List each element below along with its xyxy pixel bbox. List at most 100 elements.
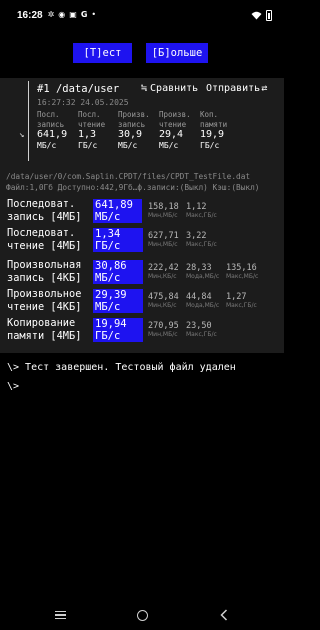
notification-icons: ✲ ◉ ▣ G • [48, 11, 97, 19]
summary-rand-write: Произв. запись 30,9 МБ/с [118, 110, 150, 151]
summary-unit: МБ/с [37, 141, 57, 150]
home-icon[interactable] [134, 606, 150, 624]
test-file-info: Файл:1,0Гб Доступно:442,9Гб…ф.записи:(Вы… [6, 183, 260, 192]
summary-label: Коп. [200, 110, 219, 119]
result-label-line: чтение [4КБ] [7, 301, 82, 313]
result-row-seq-write: Последоват. запись [4МБ] 641,89 МБ/с 158… [0, 198, 284, 224]
run-title: #1 /data/user [37, 83, 120, 95]
summary-mem-copy: Коп. памяти 19,9 ГБ/с [200, 110, 227, 151]
result-value-number: 641,89 [95, 199, 133, 211]
result-label-line: Последоват. [7, 227, 76, 239]
summary-label: Посл. [37, 110, 60, 119]
stat-mode: 44,84 Мода,МБ/с [186, 292, 219, 310]
result-value-number: 30,86 [95, 260, 127, 272]
summary-value: 29,4 [159, 129, 184, 140]
stat-value: 135,16 [226, 263, 257, 273]
stat-max: 3,22 Макс,ГБ/с [186, 231, 217, 249]
dot-icon: • [91, 10, 97, 19]
result-label: Произвольная запись [4КБ] [7, 259, 95, 285]
result-value: 641,89 МБ/с [93, 199, 142, 223]
share-button[interactable]: Отправить ⇄ [206, 83, 267, 94]
stat-label: Макс,ГБ/с [226, 302, 257, 309]
stat-value: 3,22 [186, 231, 207, 241]
stat-value: 158,18 [148, 202, 179, 212]
summary-unit: ГБ/с [200, 141, 220, 150]
summary-label: Посл. [78, 110, 101, 119]
result-value-unit: МБ/с [95, 301, 121, 313]
stat-min: 222,42 Мин,КБ/с [148, 263, 179, 281]
result-label-line: чтение [4МБ] [7, 240, 82, 252]
summary-seq-write: Посл. запись 641,9 МБ/с [37, 110, 67, 151]
result-label: Копирование памяти [4МБ] [7, 317, 95, 343]
console-prompt[interactable]: \> [7, 381, 19, 392]
phone-icon: ▣ [69, 10, 77, 19]
stat-min: 270,95 Мин,МБ/с [148, 321, 179, 339]
result-label-line: запись [4МБ] [7, 211, 82, 223]
result-label: Произвольное чтение [4КБ] [7, 288, 95, 314]
more-button[interactable]: [Б]ольше [146, 43, 208, 63]
stat-max: 1,12 Макс,ГБ/с [186, 202, 217, 220]
summary-value: 30,9 [118, 129, 143, 140]
navigation-bar [0, 600, 284, 630]
stat-value: 44,84 [186, 292, 212, 302]
stat-label: Мин,КБ/с [148, 273, 177, 280]
summary-rand-read: Произв. чтение 29,4 МБ/с [159, 110, 191, 151]
battery-icon [266, 9, 272, 21]
results-panel: ↘ #1 /data/user ≒ Сравнить Отправить ⇄ 1… [0, 78, 284, 353]
result-value: 29,39 МБ/с [93, 289, 143, 313]
stat-value: 222,42 [148, 263, 179, 273]
summary-unit: МБ/с [159, 141, 179, 150]
compare-label: Сравнить [150, 83, 199, 94]
back-icon[interactable] [216, 606, 232, 624]
result-row-seq-read: Последоват. чтение [4МБ] 1,34 ГБ/с 627,7… [0, 227, 284, 253]
share-label: Отправить [206, 83, 261, 94]
summary-label: Произв. [159, 110, 191, 119]
result-value-unit: МБ/с [95, 211, 121, 223]
stat-value: 1,12 [186, 202, 207, 212]
recent-apps-icon[interactable] [52, 606, 68, 624]
stat-value: 28,33 [186, 263, 212, 273]
test-button[interactable]: [Т]ест [73, 43, 132, 63]
result-label-line: памяти [4МБ] [7, 330, 82, 342]
result-value-unit: ГБ/с [95, 240, 121, 252]
summary-label: чтение [78, 119, 106, 129]
stat-label: Макс,ГБ/с [186, 212, 217, 219]
run-header[interactable]: ↘ #1 /data/user ≒ Сравнить Отправить ⇄ 1… [0, 78, 284, 166]
result-value: 1,34 ГБ/с [93, 228, 143, 252]
stat-label: Макс,ГБ/с [186, 241, 217, 248]
summary-label: чтение [159, 119, 187, 129]
result-label-line: Последоват. [7, 198, 76, 210]
result-value-unit: ГБ/с [95, 330, 121, 342]
discord-icon: ◉ [58, 10, 66, 19]
stat-value: 270,95 [148, 321, 179, 331]
wifi-icon [251, 11, 262, 19]
summary-label: запись [37, 119, 65, 129]
stat-label: Макс,ГБ/с [186, 331, 217, 338]
result-label-line: Произвольная [7, 259, 82, 271]
summary-value: 19,9 [200, 129, 225, 140]
stat-value: 627,71 [148, 231, 179, 241]
result-value: 30,86 МБ/с [93, 260, 143, 284]
summary-value: 641,9 [37, 129, 68, 140]
stat-max: 1,27 Макс,ГБ/с [226, 292, 257, 310]
stat-label: Макс,МБ/с [226, 273, 259, 280]
stat-min: 158,18 Мин,МБ/с [148, 202, 179, 220]
test-file-path: /data/user/0/com.Saplin.CPDT/files/CPDT_… [6, 172, 251, 181]
stat-min: 627,71 Мин,МБ/с [148, 231, 179, 249]
result-row-rand-write: Произвольная запись [4КБ] 30,86 МБ/с 222… [0, 259, 284, 285]
system-icons [251, 9, 272, 21]
status-time: 16:28 [17, 9, 43, 21]
stat-label: Мин,МБ/с [148, 331, 178, 338]
result-label: Последоват. чтение [4МБ] [7, 227, 95, 253]
result-value-number: 29,39 [95, 289, 127, 301]
run-timestamp: 16:27:32 24.05.2025 [37, 98, 129, 107]
summary-unit: МБ/с [118, 141, 138, 150]
result-value: 19,94 ГБ/с [93, 318, 143, 342]
stat-label: Мода,МБ/с [186, 273, 220, 280]
compare-button[interactable]: ≒ Сравнить [141, 83, 198, 94]
collapse-arrow-icon[interactable]: ↘ [19, 130, 24, 140]
stat-max: 135,16 Макс,МБ/с [226, 263, 258, 281]
summary-label: запись [118, 119, 146, 129]
result-label-line: Копирование [7, 317, 76, 329]
stat-min: 475,84 Мин,КБ/с [148, 292, 179, 310]
